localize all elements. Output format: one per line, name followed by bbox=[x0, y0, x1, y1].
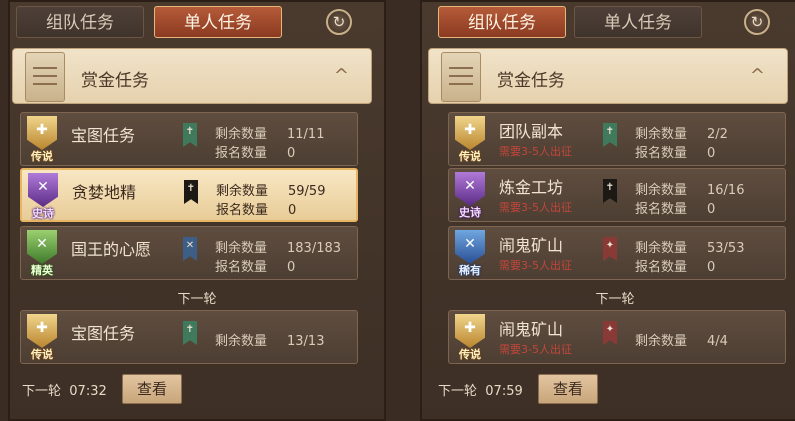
next-round-timer: 下一轮 07:32 bbox=[22, 384, 107, 399]
task-row-selected[interactable]: ✕ 史诗 贪婪地精 ✝ 剩余数量 59/59 报名数量 0 bbox=[20, 168, 358, 222]
remaining-count: 剩余数量 4/4 bbox=[635, 334, 728, 349]
rare-badge-icon: ✕ bbox=[455, 230, 485, 264]
next-task-row[interactable]: ✚ 传说 闹鬼矿山 需要3-5人出征 ✦ 剩余数量 4/4 bbox=[448, 310, 786, 364]
legend-badge-icon: ✚ bbox=[27, 314, 57, 348]
collapse-icon[interactable]: ^ bbox=[750, 65, 765, 86]
next-round-timer: 下一轮 07:59 bbox=[438, 384, 523, 399]
task-row[interactable]: ✚ 传说 团队副本 需要3-5人出征 ✝ 剩余数量 2/2 报名数量 0 bbox=[448, 112, 786, 166]
banner-icon: ✝ bbox=[184, 180, 198, 204]
rarity-label: 传说 bbox=[459, 348, 481, 361]
view-button[interactable]: 查看 bbox=[122, 374, 182, 404]
signup-count: 报名数量 0 bbox=[635, 260, 716, 275]
tab-solo-tasks[interactable]: 单人任务 bbox=[574, 6, 702, 38]
remaining-count: 剩余数量 2/2 bbox=[635, 127, 728, 142]
next-round-divider: 下一轮 bbox=[177, 292, 217, 307]
collapse-icon[interactable]: ^ bbox=[334, 65, 349, 86]
party-requirement: 需要3-5人出征 bbox=[499, 343, 572, 356]
remaining-count: 剩余数量 16/16 bbox=[635, 183, 745, 198]
tab-team-tasks[interactable]: 组队任务 bbox=[16, 6, 144, 38]
epic-badge-icon: ✕ bbox=[28, 173, 58, 207]
legend-badge-icon: ✚ bbox=[455, 116, 485, 150]
refresh-icon[interactable]: ↻ bbox=[326, 9, 352, 35]
scroll-icon bbox=[441, 52, 481, 102]
task-row[interactable]: ✕ 史诗 炼金工坊 需要3-5人出征 ✝ 剩余数量 16/16 报名数量 0 bbox=[448, 168, 786, 222]
legend-badge-icon: ✚ bbox=[455, 314, 485, 348]
party-requirement: 需要3-5人出征 bbox=[499, 201, 572, 214]
banner-icon: ✕ bbox=[183, 237, 197, 261]
right-panel: 组队任务 单人任务 ↻ 赏金任务 ^ ✚ 传说 团队副本 需要3-5人出征 ✝ … bbox=[420, 0, 795, 421]
signup-count: 报名数量 0 bbox=[216, 203, 297, 218]
task-name: 贪婪地精 bbox=[72, 183, 137, 202]
signup-count: 报名数量 0 bbox=[215, 260, 296, 275]
banner-icon: ✝ bbox=[183, 321, 197, 345]
bounty-header[interactable]: 赏金任务 ^ bbox=[428, 48, 788, 104]
elite-badge-icon: ✕ bbox=[27, 230, 57, 264]
party-requirement: 需要3-5人出征 bbox=[499, 259, 572, 272]
view-button[interactable]: 查看 bbox=[538, 374, 598, 404]
rarity-label: 稀有 bbox=[459, 264, 481, 277]
banner-icon: ✦ bbox=[603, 321, 617, 345]
remaining-count: 剩余数量 11/11 bbox=[215, 127, 325, 142]
signup-count: 报名数量 0 bbox=[635, 202, 716, 217]
rarity-label: 传说 bbox=[459, 150, 481, 163]
remaining-count: 剩余数量 13/13 bbox=[215, 334, 325, 349]
next-round-divider: 下一轮 bbox=[595, 292, 635, 307]
remaining-count: 剩余数量 183/183 bbox=[215, 241, 342, 256]
signup-count: 报名数量 0 bbox=[635, 146, 716, 161]
task-name: 宝图任务 bbox=[71, 324, 136, 343]
banner-icon: ✝ bbox=[603, 179, 617, 203]
left-panel: 组队任务 单人任务 ↻ 赏金任务 ^ ✚ 传说 宝图任务 ✝ 剩余数量 11/11… bbox=[8, 0, 386, 421]
tab-solo-tasks[interactable]: 单人任务 bbox=[154, 6, 282, 38]
next-task-row[interactable]: ✚ 传说 宝图任务 ✝ 剩余数量 13/13 bbox=[20, 310, 358, 364]
legend-badge-icon: ✚ bbox=[27, 116, 57, 150]
remaining-count: 剩余数量 59/59 bbox=[216, 184, 326, 199]
remaining-count: 剩余数量 53/53 bbox=[635, 241, 745, 256]
rarity-label: 史诗 bbox=[459, 206, 481, 219]
bounty-title: 赏金任务 bbox=[81, 71, 149, 91]
rarity-label: 史诗 bbox=[32, 207, 54, 220]
task-name: 闹鬼矿山 bbox=[499, 236, 564, 255]
task-row[interactable]: ✚ 传说 宝图任务 ✝ 剩余数量 11/11 报名数量 0 bbox=[20, 112, 358, 166]
task-row[interactable]: ✕ 稀有 闹鬼矿山 需要3-5人出征 ✦ 剩余数量 53/53 报名数量 0 bbox=[448, 226, 786, 280]
task-name: 闹鬼矿山 bbox=[499, 320, 564, 339]
task-name: 团队副本 bbox=[499, 122, 564, 141]
rarity-label: 传说 bbox=[31, 150, 53, 163]
bounty-title: 赏金任务 bbox=[497, 71, 565, 91]
signup-count: 报名数量 0 bbox=[215, 146, 296, 161]
task-name: 国王的心愿 bbox=[71, 240, 152, 259]
epic-badge-icon: ✕ bbox=[455, 172, 485, 206]
banner-icon: ✝ bbox=[603, 123, 617, 147]
scroll-icon bbox=[25, 52, 65, 102]
rarity-label: 精英 bbox=[31, 264, 53, 277]
tab-team-tasks[interactable]: 组队任务 bbox=[438, 6, 566, 38]
bounty-header[interactable]: 赏金任务 ^ bbox=[12, 48, 372, 104]
task-name: 炼金工坊 bbox=[499, 178, 564, 197]
task-row[interactable]: ✕ 精英 国王的心愿 ✕ 剩余数量 183/183 报名数量 0 bbox=[20, 226, 358, 280]
rarity-label: 传说 bbox=[31, 348, 53, 361]
banner-icon: ✝ bbox=[183, 123, 197, 147]
banner-icon: ✦ bbox=[603, 237, 617, 261]
task-name: 宝图任务 bbox=[71, 126, 136, 145]
refresh-icon[interactable]: ↻ bbox=[744, 9, 770, 35]
party-requirement: 需要3-5人出征 bbox=[499, 145, 572, 158]
